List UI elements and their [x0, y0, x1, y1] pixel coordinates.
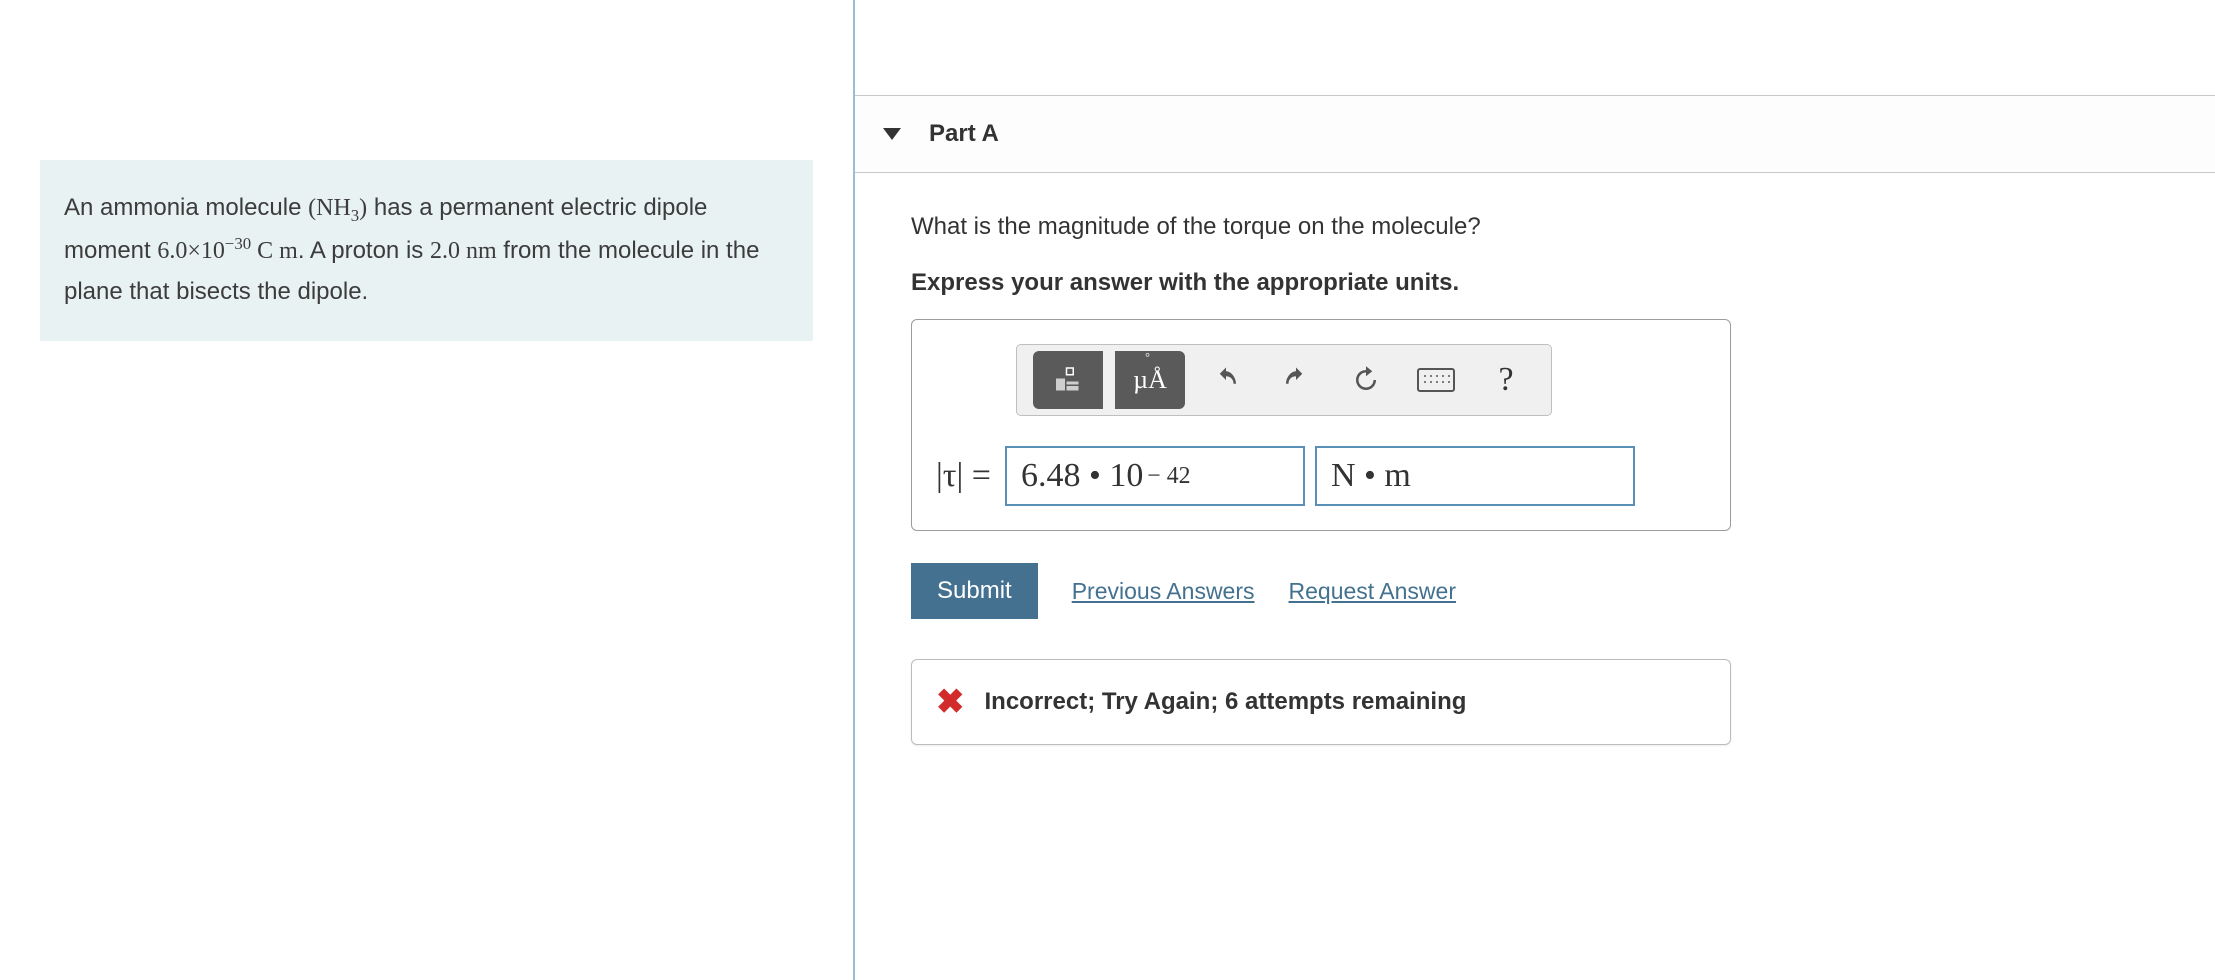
undo-icon — [1211, 365, 1241, 395]
value-input[interactable]: 6.48 • 10− 42 — [1005, 446, 1305, 506]
previous-answers-link[interactable]: Previous Answers — [1072, 578, 1255, 605]
mag-exp: −30 — [225, 234, 251, 253]
equation-toolbar: ° µÅ ? — [1016, 344, 1552, 416]
instruction-text: Express your answer with the appropriate… — [911, 269, 2155, 297]
reset-button[interactable] — [1337, 351, 1395, 409]
feedback-box: ✖ Incorrect; Try Again; 6 attempts remai… — [911, 659, 1731, 745]
help-button[interactable]: ? — [1477, 351, 1535, 409]
reset-icon — [1351, 365, 1381, 395]
answer-input-row: |τ| = 6.48 • 10− 42 N • m — [936, 446, 1706, 506]
units-ring: ° — [1145, 350, 1150, 365]
units-label: µÅ — [1133, 365, 1167, 394]
feedback-text: Incorrect; Try Again; 6 attempts remaini… — [985, 688, 1467, 716]
answer-widget: ° µÅ ? — [911, 319, 1731, 531]
problem-pane: An ammonia molecule (NH3) has a permanen… — [0, 0, 855, 980]
dipole-magnitude: 6.0×10−30 C m — [157, 238, 297, 264]
templates-icon — [1053, 365, 1083, 395]
distance-value: 2.0 nm — [430, 238, 497, 264]
templates-button[interactable] — [1033, 351, 1103, 409]
unit-dipole: C m — [251, 238, 298, 264]
part-label: Part A — [929, 120, 999, 148]
incorrect-icon: ✖ — [936, 682, 965, 722]
nh3-close: ) — [359, 195, 367, 221]
problem-statement: An ammonia molecule (NH3) has a permanen… — [40, 160, 813, 341]
redo-icon — [1281, 365, 1311, 395]
part-header[interactable]: Part A — [855, 95, 2215, 173]
problem-text: An ammonia molecule — [64, 194, 308, 221]
variable-label: |τ| = — [936, 457, 991, 495]
request-answer-link[interactable]: Request Answer — [1289, 578, 1456, 605]
problem-text-mid2: . A proton is — [298, 237, 430, 264]
unit-input[interactable]: N • m — [1315, 446, 1635, 506]
value-main: 6.48 • 10 — [1021, 457, 1143, 495]
redo-button[interactable] — [1267, 351, 1325, 409]
collapse-icon — [883, 128, 901, 140]
keyboard-icon — [1417, 368, 1455, 392]
nh3-open: (NH — [308, 195, 351, 221]
keyboard-button[interactable] — [1407, 351, 1465, 409]
formula-nh3: (NH3) — [308, 195, 367, 221]
action-row: Submit Previous Answers Request Answer — [911, 563, 2155, 619]
submit-button[interactable]: Submit — [911, 563, 1038, 619]
unit-value: N • m — [1331, 457, 1411, 495]
undo-button[interactable] — [1197, 351, 1255, 409]
value-exp: − 42 — [1147, 463, 1190, 490]
nh3-sub: 3 — [351, 206, 359, 225]
mag-base: 6.0×10 — [157, 238, 225, 264]
units-button[interactable]: ° µÅ — [1115, 351, 1185, 409]
question-text: What is the magnitude of the torque on t… — [911, 213, 2155, 241]
answer-pane: Part A What is the magnitude of the torq… — [855, 0, 2215, 980]
